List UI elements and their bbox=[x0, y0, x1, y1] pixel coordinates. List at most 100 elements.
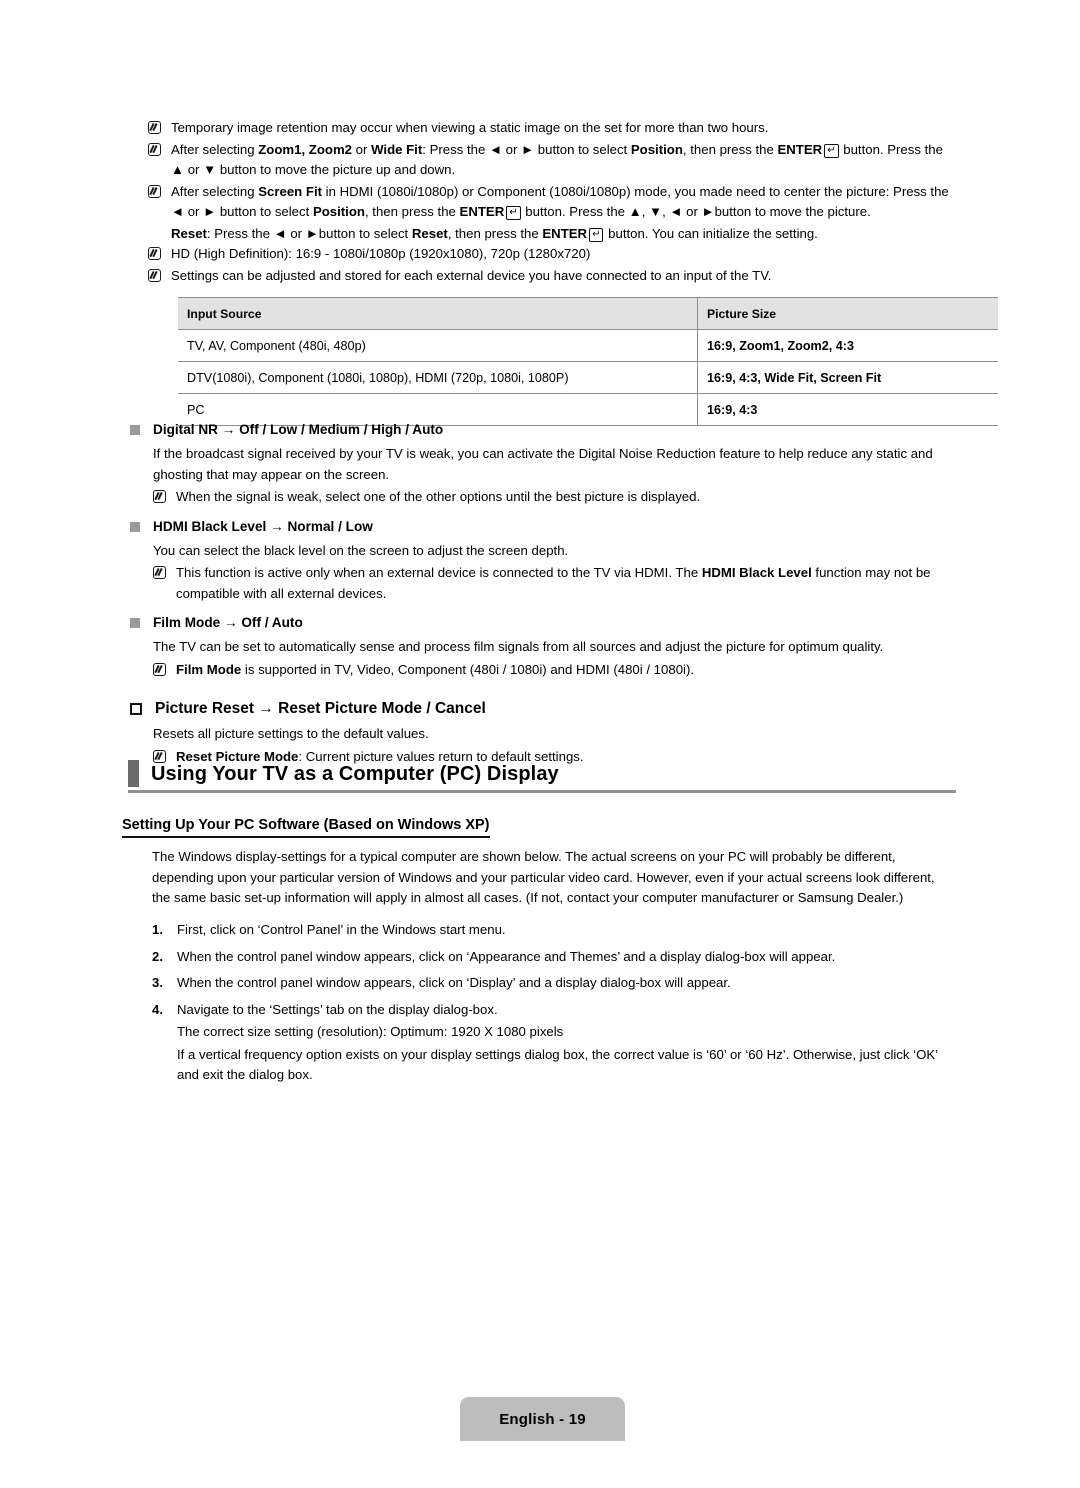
section-paragraph: If the broadcast signal received by your… bbox=[153, 446, 933, 482]
gray-square-icon bbox=[130, 521, 140, 532]
inline-text: or bbox=[352, 141, 372, 157]
emphasis-text: Position bbox=[630, 141, 683, 157]
enter-key-icon: ↵ bbox=[589, 227, 604, 242]
emphasis-text: Film Mode bbox=[176, 661, 242, 677]
setup-step: 4. Navigate to the ‘Settings’ tab on the … bbox=[152, 1000, 952, 1086]
inline-text: : Press the ◄ or ► button to select bbox=[422, 141, 631, 157]
section-hdmi-black-level: HDMI Black Level → Normal / Low You can s… bbox=[130, 517, 958, 605]
section-title: Film Mode → Off / Auto bbox=[153, 615, 303, 630]
note-memo-icon bbox=[148, 121, 161, 134]
note-text: After selecting Screen Fit in HDMI (1080… bbox=[171, 182, 956, 223]
note-memo-icon bbox=[148, 247, 161, 260]
note-text: After selecting Zoom1, Zoom2 or Wide Fit… bbox=[171, 140, 956, 181]
inline-text: , then press the bbox=[364, 204, 460, 219]
emphasis-text: Position bbox=[312, 204, 365, 219]
section-title: Digital NR → Off / Low / Medium / High /… bbox=[153, 422, 444, 437]
note-zoom-position: After selecting Zoom1, Zoom2 or Wide Fit… bbox=[148, 140, 956, 181]
inline-text: After selecting bbox=[171, 183, 259, 199]
cell-picture-size: 16:9, 4:3, Wide Fit, Screen Fit bbox=[697, 361, 998, 394]
inline-text: This function is active only when an ext… bbox=[176, 565, 702, 580]
inline-text: HD (High Definition): 16:9 - 1080i/1080p… bbox=[171, 246, 591, 261]
section-title: Picture Reset → Reset Picture Mode / Can… bbox=[155, 700, 486, 717]
page-number-label: English - 19 bbox=[499, 1410, 586, 1428]
pc-software-subheading-wrap: Setting Up Your PC Software (Based on Wi… bbox=[122, 816, 490, 838]
note-image-retention: Temporary image retention may occur when… bbox=[148, 118, 956, 139]
step-body: Navigate to the ‘Settings’ tab on the di… bbox=[177, 1000, 952, 1086]
enter-key-icon: ↵ bbox=[506, 206, 521, 220]
cell-input-source: TV, AV, Component (480i, 480p) bbox=[178, 329, 698, 362]
step-text: When the control panel window appears, c… bbox=[177, 975, 731, 990]
pc-display-heading-block: Using Your TV as a Computer (PC) Display bbox=[128, 760, 956, 793]
emphasis-text: Screen Fit bbox=[258, 183, 322, 199]
section-paragraph: Resets all picture settings to the defau… bbox=[153, 726, 429, 741]
note-text: Temporary image retention may occur when… bbox=[171, 118, 956, 139]
inline-text: is supported in TV, Video, Component (48… bbox=[241, 661, 695, 677]
heading-accent-bar bbox=[128, 760, 139, 787]
top-notes-list: Temporary image retention may occur when… bbox=[148, 118, 956, 287]
section-title: HDMI Black Level → Normal / Low bbox=[153, 518, 373, 534]
table-header-row: Input Source Picture Size bbox=[178, 297, 998, 330]
step-sub-text: The correct size setting (resolution): O… bbox=[177, 1024, 564, 1039]
pc-software-subheading: Setting Up Your PC Software (Based on Wi… bbox=[122, 816, 490, 838]
step-number: 2. bbox=[152, 948, 163, 964]
inline-text: , then press the bbox=[682, 141, 778, 157]
section-heading-row: Picture Reset → Reset Picture Mode / Can… bbox=[130, 698, 958, 720]
note-memo-icon bbox=[153, 566, 166, 579]
table-header: Input Source Picture Size bbox=[178, 297, 998, 330]
emphasis-text: Wide Fit bbox=[371, 141, 423, 157]
inline-text: Settings can be adjusted and stored for … bbox=[171, 267, 772, 283]
note-memo-icon bbox=[148, 184, 161, 198]
emphasis-text: Reset bbox=[171, 225, 207, 241]
section-heading-row: Film Mode → Off / Auto bbox=[130, 613, 958, 633]
gray-square-icon bbox=[130, 618, 140, 628]
enter-key-icon: ↵ bbox=[824, 143, 839, 158]
emphasis-text: ENTER bbox=[459, 204, 505, 219]
section-heading-row: Digital NR → Off / Low / Medium / High /… bbox=[130, 420, 958, 440]
inline-text: When the signal is weak, select one of t… bbox=[176, 489, 701, 504]
inline-text: Temporary image retention may occur when… bbox=[171, 120, 769, 135]
note-text: Settings can be adjusted and stored for … bbox=[171, 266, 956, 287]
cell-picture-size: 16:9, Zoom1, Zoom2, 4:3 bbox=[697, 329, 998, 362]
note-memo-icon bbox=[153, 662, 166, 676]
emphasis-text: HDMI Black Level bbox=[701, 565, 812, 580]
picture-settings-sections: Digital NR → Off / Low / Medium / High /… bbox=[130, 420, 958, 768]
note-extra-line: Reset: Press the ◄ or ►button to select … bbox=[171, 224, 956, 245]
section-note: This function is active only when an ext… bbox=[153, 563, 958, 604]
hollow-square-icon bbox=[130, 703, 142, 715]
inline-text: button. You can initialize the setting. bbox=[604, 225, 818, 241]
note-settings-stored: Settings can be adjusted and stored for … bbox=[148, 266, 956, 287]
column-header-picture-size: Picture Size bbox=[697, 297, 998, 330]
inline-text: , then press the bbox=[447, 225, 543, 241]
pc-software-intro-paragraph: The Windows display-settings for a typic… bbox=[152, 849, 935, 905]
page-title: Using Your TV as a Computer (PC) Display bbox=[151, 762, 559, 785]
note-text: HD (High Definition): 16:9 - 1080i/1080p… bbox=[171, 244, 956, 265]
picture-size-table: Input Source Picture Size TV, AV, Compon… bbox=[178, 297, 998, 426]
section-note: When the signal is weak, select one of t… bbox=[153, 487, 958, 508]
table-row: TV, AV, Component (480i, 480p) 16:9, Zoom… bbox=[178, 329, 998, 362]
note-text: This function is active only when an ext… bbox=[176, 563, 958, 604]
table-body: TV, AV, Component (480i, 480p) 16:9, Zoom… bbox=[178, 329, 998, 426]
manual-page: Temporary image retention may occur when… bbox=[0, 0, 1080, 1488]
section-paragraph: You can select the black level on the sc… bbox=[153, 542, 569, 558]
section-picture-reset: Picture Reset → Reset Picture Mode / Can… bbox=[130, 698, 958, 767]
setup-step: 3. When the control panel window appears,… bbox=[152, 973, 952, 994]
section-film-mode: Film Mode → Off / Auto The TV can be set … bbox=[130, 613, 958, 680]
page-number-badge: English - 19 bbox=[460, 1397, 625, 1441]
note-memo-icon bbox=[148, 268, 161, 282]
step-body: First, click on ‘Control Panel’ in the W… bbox=[177, 920, 952, 941]
gray-square-icon bbox=[130, 425, 140, 435]
step-body: When the control panel window appears, c… bbox=[177, 947, 952, 968]
pc-setup-steps: 1. First, click on ‘Control Panel’ in the… bbox=[152, 920, 952, 1092]
step-text: When the control panel window appears, c… bbox=[177, 948, 836, 964]
cell-input-source: DTV(1080i), Component (1080i, 1080p), HD… bbox=[178, 361, 698, 394]
emphasis-text: Zoom1, Zoom2 bbox=[258, 141, 353, 157]
section-heading-row: HDMI Black Level → Normal / Low bbox=[130, 517, 958, 537]
setup-step: 2. When the control panel window appears,… bbox=[152, 947, 952, 968]
heading-underline-rule bbox=[128, 790, 956, 793]
pc-display-heading-row: Using Your TV as a Computer (PC) Display bbox=[128, 760, 956, 787]
note-memo-icon bbox=[153, 490, 166, 503]
step-text: Navigate to the ‘Settings’ tab on the di… bbox=[177, 1001, 498, 1017]
emphasis-text: Reset bbox=[411, 225, 448, 241]
inline-text: After selecting bbox=[171, 141, 259, 157]
step-number: 4. bbox=[152, 1001, 163, 1017]
